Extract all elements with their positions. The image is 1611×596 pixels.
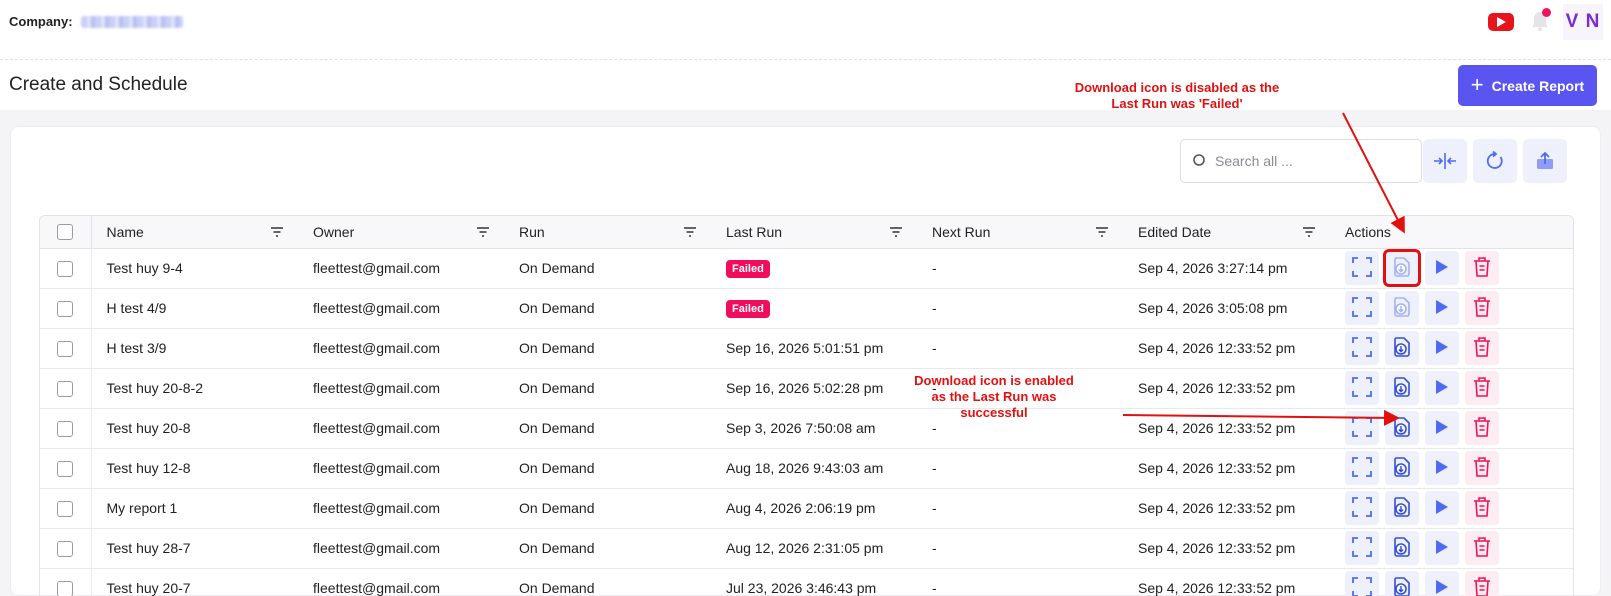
- annotation-arrow-disabled: [1342, 112, 1405, 234]
- annotation-arrows: [1122, 112, 1405, 426]
- annotation-arrow-enabled: [1122, 409, 1400, 426]
